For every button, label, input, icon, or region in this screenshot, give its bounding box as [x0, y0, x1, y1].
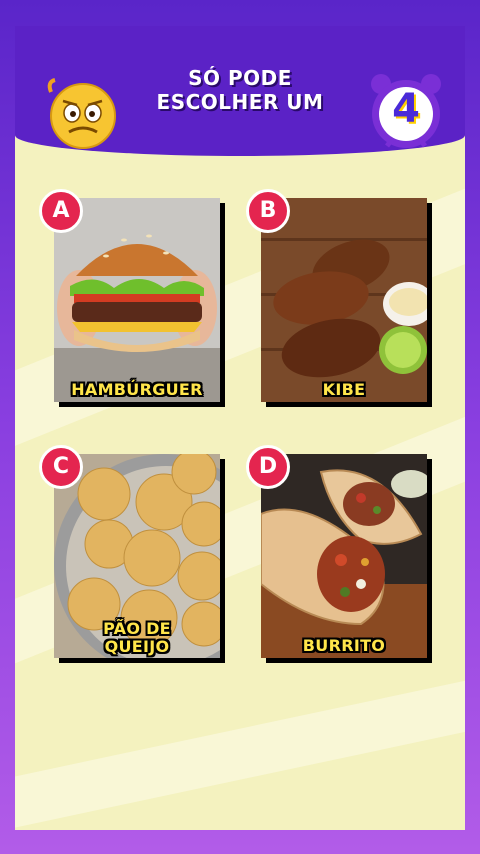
option-card-a[interactable]: HAMBÚRGUER — [54, 198, 220, 402]
countdown-number: 4 — [392, 86, 420, 132]
option-card-b[interactable]: KIBE — [261, 198, 427, 402]
option-label-a: HAMBÚRGUER — [71, 380, 203, 399]
countdown-timer: 4 — [367, 70, 445, 152]
background-ray — [15, 647, 465, 830]
option-badge-a: A — [39, 189, 83, 233]
burrito-photo — [261, 454, 427, 658]
option-label-c-line-1: PÃO DE — [103, 619, 171, 638]
quiz-panel: SÓ PODE ESCOLHER UM 4 HAMBÚRGUER A KIBE … — [15, 26, 465, 830]
worried-face-emoji-icon — [47, 78, 116, 149]
option-label-c: PÃO DE QUEIJO — [54, 620, 220, 656]
option-label-c-line-2: QUEIJO — [104, 637, 170, 656]
option-badge-d: D — [246, 445, 290, 489]
option-card-d[interactable]: BURRITO — [261, 454, 427, 658]
option-card-c[interactable]: PÃO DE QUEIJO — [54, 454, 220, 658]
hamburger-photo — [54, 198, 220, 402]
kibe-photo — [261, 198, 427, 402]
option-label-d: BURRITO — [302, 636, 386, 655]
option-label-b: KIBE — [322, 380, 366, 399]
option-badge-b: B — [246, 189, 290, 233]
option-badge-c: C — [39, 445, 83, 489]
